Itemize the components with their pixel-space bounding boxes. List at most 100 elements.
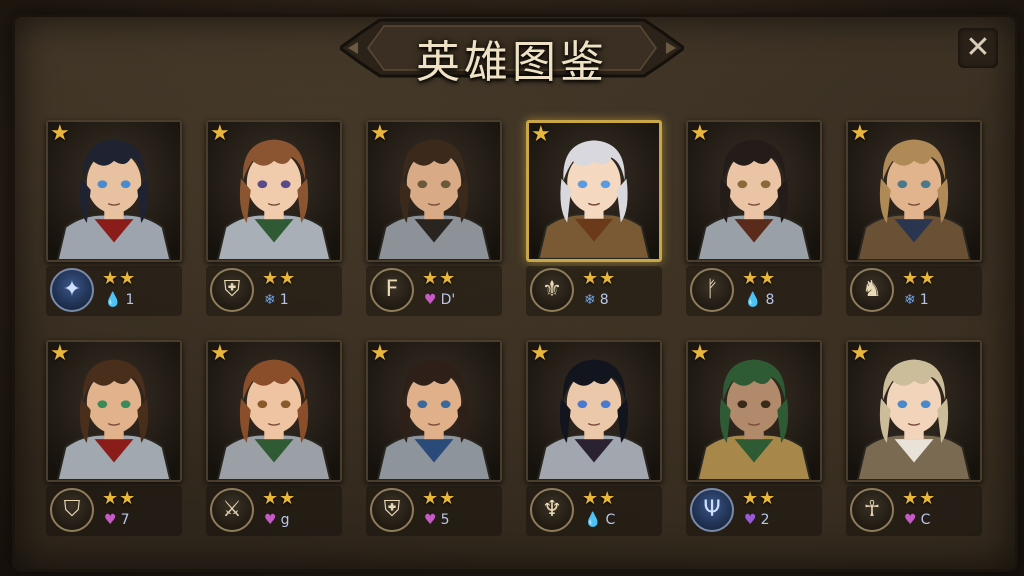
star-rating: ★★ — [422, 488, 457, 509]
hero-stat: 💧 1 — [104, 292, 134, 308]
star-rating: ★★ — [742, 268, 777, 289]
hero-info: F ★★ ♥ D' — [366, 266, 502, 316]
rarity-star-icon: ★ — [50, 121, 70, 146]
hero-stat: 💧 8 — [744, 292, 774, 308]
stat-icon: 💧 — [104, 292, 122, 308]
hero-stat: ♥ 2 — [744, 512, 769, 528]
hero-card[interactable]: ★ ⛨ ★★ ❄ 1 — [206, 120, 342, 320]
goblet-icon: ♆ — [530, 488, 574, 532]
page-title: 英雄图鉴 — [416, 37, 608, 88]
stat-icon: 💧 — [584, 512, 602, 528]
hero-portrait[interactable]: ★ — [686, 120, 822, 262]
rarity-star-icon: ★ — [850, 121, 870, 146]
hero-portrait[interactable]: ★ — [366, 340, 502, 482]
horse-icon: ♞ — [850, 268, 894, 312]
hero-info: ☥ ★★ ♥ C — [846, 486, 982, 536]
hero-card[interactable]: ★ ⚔ ★★ ♥ g — [206, 340, 342, 540]
hero-info: ♞ ★★ ❄ 1 — [846, 266, 982, 316]
hero-card[interactable]: ★ ♞ ★★ ❄ 1 — [846, 120, 982, 320]
hero-portrait[interactable]: ★ — [846, 340, 982, 482]
rarity-star-icon: ★ — [210, 341, 230, 366]
stat-value: 7 — [120, 512, 130, 528]
hero-portrait[interactable]: ★ — [526, 120, 662, 262]
shield-icon: ⛉ — [50, 488, 94, 532]
crossed-swords-icon: ⚔ — [210, 488, 254, 532]
stat-icon: ♥ — [744, 512, 757, 528]
hero-info: ⛨ ★★ ❄ 1 — [206, 266, 342, 316]
crest-icon: F — [370, 268, 414, 312]
close-icon: ✕ — [965, 30, 991, 65]
close-button[interactable]: ✕ — [958, 28, 998, 68]
star-rating: ★★ — [902, 268, 937, 289]
rarity-star-icon: ★ — [850, 341, 870, 366]
hero-card[interactable]: ★ ⛨ ★★ ♥ 5 — [366, 340, 502, 540]
stat-icon: 💧 — [744, 292, 762, 308]
hero-card[interactable]: ★ F ★★ ♥ D' — [366, 120, 502, 320]
stat-value: D' — [440, 292, 456, 308]
star-rating: ★★ — [262, 268, 297, 289]
stat-icon: ♥ — [424, 292, 437, 308]
stat-icon: ♥ — [264, 512, 277, 528]
hero-stat: 💧 C — [584, 512, 615, 528]
hero-portrait[interactable]: ★ — [686, 340, 822, 482]
hero-card[interactable]: ★ Ψ ★★ ♥ 2 — [686, 340, 822, 540]
hero-card[interactable]: ★ ☥ ★★ ♥ C — [846, 340, 982, 540]
sword-shield-icon: ⛨ — [370, 488, 414, 532]
stat-value: 1 — [125, 292, 135, 308]
hero-stat: ❄ 1 — [904, 292, 929, 308]
hero-portrait[interactable]: ★ — [366, 120, 502, 262]
hero-stat: ♥ D' — [424, 292, 455, 308]
stat-value: 2 — [760, 512, 770, 528]
hero-stat: ♥ 5 — [424, 512, 449, 528]
stat-value: 5 — [440, 512, 450, 528]
dancer-icon: ☥ — [850, 488, 894, 532]
hero-stat: ♥ C — [904, 512, 930, 528]
hero-info: ⚔ ★★ ♥ g — [206, 486, 342, 536]
trident-icon: Ψ — [690, 488, 734, 532]
stat-value: 8 — [599, 292, 609, 308]
compass-icon: ✦ — [50, 268, 94, 312]
hero-card[interactable]: ★ ⛉ ★★ ♥ 7 — [46, 340, 182, 540]
hero-portrait[interactable]: ★ — [46, 340, 182, 482]
hero-card[interactable]: ★ ♆ ★★ 💧 C — [526, 340, 662, 540]
title-banner: 英雄图鉴 — [340, 10, 684, 88]
shield-icon: ⛨ — [210, 268, 254, 312]
stat-value: C — [920, 512, 931, 528]
stat-icon: ♥ — [424, 512, 437, 528]
hero-portrait[interactable]: ★ — [206, 340, 342, 482]
star-rating: ★★ — [102, 268, 137, 289]
stat-value: 1 — [279, 292, 289, 308]
star-rating: ★★ — [422, 268, 457, 289]
hero-info: ⚜ ★★ ❄ 8 — [526, 266, 662, 316]
hero-info: ᚠ ★★ 💧 8 — [686, 266, 822, 316]
rarity-star-icon: ★ — [50, 341, 70, 366]
hero-info: Ψ ★★ ♥ 2 — [686, 486, 822, 536]
star-rating: ★★ — [582, 488, 617, 509]
stat-icon: ❄ — [584, 292, 596, 308]
rarity-star-icon: ★ — [530, 341, 550, 366]
star-rating: ★★ — [582, 268, 617, 289]
hero-stat: ❄ 8 — [584, 292, 609, 308]
star-rating: ★★ — [902, 488, 937, 509]
rarity-star-icon: ★ — [690, 341, 710, 366]
hero-info: ⛉ ★★ ♥ 7 — [46, 486, 182, 536]
hero-card[interactable]: ★ ᚠ ★★ 💧 8 — [686, 120, 822, 320]
hero-portrait[interactable]: ★ — [846, 120, 982, 262]
stat-value: C — [605, 512, 616, 528]
hero-stat: ♥ g — [264, 512, 289, 528]
stat-icon: ♥ — [904, 512, 917, 528]
hero-card[interactable]: ★ ⚜ ★★ ❄ 8 — [526, 120, 662, 320]
rarity-star-icon: ★ — [370, 341, 390, 366]
rarity-star-icon: ★ — [690, 121, 710, 146]
rune-shield-icon: ᚠ — [690, 268, 734, 312]
hero-stat: ♥ 7 — [104, 512, 129, 528]
fleur-icon: ⚜ — [530, 268, 574, 312]
stat-icon: ♥ — [104, 512, 117, 528]
star-rating: ★★ — [102, 488, 137, 509]
rarity-star-icon: ★ — [531, 122, 551, 147]
hero-portrait[interactable]: ★ — [206, 120, 342, 262]
hero-portrait[interactable]: ★ — [46, 120, 182, 262]
hero-portrait[interactable]: ★ — [526, 340, 662, 482]
hero-card[interactable]: ★ ✦ ★★ 💧 1 — [46, 120, 182, 320]
rarity-star-icon: ★ — [370, 121, 390, 146]
